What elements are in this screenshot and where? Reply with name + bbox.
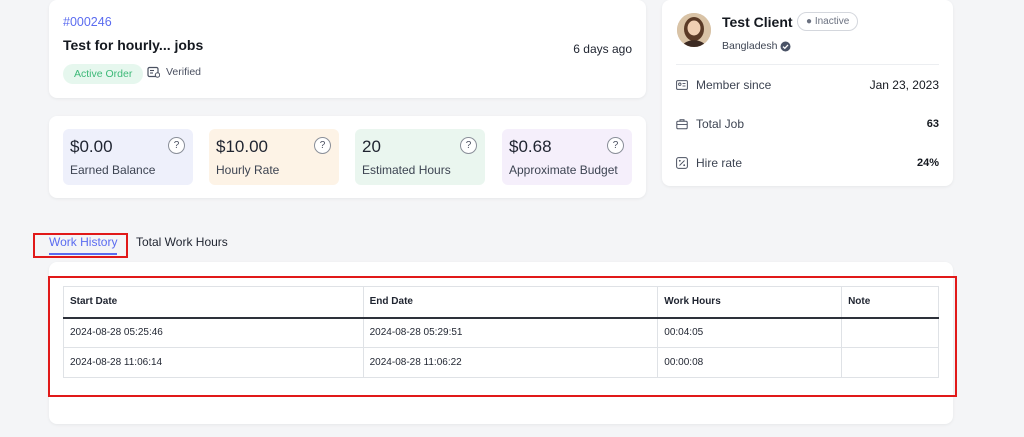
avatar[interactable]	[677, 13, 711, 47]
client-country: Bangladesh	[722, 40, 791, 52]
client-total-job-row: Total Job 63	[676, 114, 939, 134]
verified-indicator: Verified	[147, 66, 201, 78]
column-header-end-date[interactable]: End Date	[362, 286, 659, 319]
briefcase-icon	[676, 119, 688, 130]
client-row-value: 24%	[916, 157, 939, 169]
work-history-table: Start Date End Date Work Hours Note 2024…	[63, 286, 939, 378]
stat-value: 20	[362, 137, 381, 156]
help-icon[interactable]: ?	[460, 137, 477, 154]
stats-card: $0.00 Earned Balance ? $10.00 Hourly Rat…	[49, 116, 646, 198]
client-status-text: Inactive	[814, 16, 850, 27]
column-header-note[interactable]: Note	[841, 286, 939, 319]
verified-check-icon	[780, 41, 791, 51]
divider	[676, 64, 939, 65]
client-row-label: Hire rate	[696, 156, 743, 170]
cell-start-date: 2024-08-28 05:25:46	[63, 317, 364, 348]
order-status-badge: Active Order	[63, 64, 144, 84]
work-history-card: Start Date End Date Work Hours Note 2024…	[49, 262, 953, 424]
stat-label: Hourly Rate	[216, 163, 280, 177]
cell-work-hours: 00:04:05	[657, 317, 843, 348]
stat-value: $0.00	[70, 137, 113, 156]
table-row[interactable]: 2024-08-28 11:06:14 2024-08-28 11:06:22 …	[63, 347, 939, 378]
tab-work-history[interactable]: Work History	[49, 235, 118, 255]
client-member-since-row: Member since Jan 23, 2023	[676, 75, 939, 95]
stat-label: Approximate Budget	[509, 163, 618, 177]
table-header-row: Start Date End Date Work Hours Note	[63, 286, 939, 319]
column-header-start-date[interactable]: Start Date	[63, 286, 364, 319]
avatar-image	[677, 13, 711, 47]
verified-card-icon	[147, 66, 160, 78]
client-row-value: Jan 23, 2023	[869, 78, 939, 92]
client-row-label: Total Job	[696, 117, 745, 131]
cell-work-hours: 00:00:08	[657, 347, 843, 378]
cell-end-date: 2024-08-28 11:06:22	[362, 347, 659, 378]
help-icon[interactable]: ?	[607, 137, 624, 154]
stat-approximate-budget: $0.68 Approximate Budget ?	[502, 129, 632, 185]
order-id: #000246	[63, 15, 112, 29]
cell-start-date: 2024-08-28 11:06:14	[63, 347, 364, 378]
stat-label: Estimated Hours	[362, 163, 451, 177]
stat-value: $0.68	[509, 137, 552, 156]
stat-earned-balance: $0.00 Earned Balance ?	[63, 129, 193, 185]
order-card: #000246 Test for hourly... jobs 6 days a…	[49, 0, 646, 98]
percent-icon	[676, 157, 688, 169]
stat-estimated-hours: 20 Estimated Hours ?	[355, 129, 485, 185]
client-row-value: 63	[926, 118, 939, 130]
column-header-work-hours[interactable]: Work Hours	[657, 286, 843, 319]
help-icon[interactable]: ?	[314, 137, 331, 154]
client-row-label: Member since	[696, 78, 772, 92]
cell-end-date: 2024-08-28 05:29:51	[362, 317, 659, 348]
cell-note	[841, 317, 939, 348]
client-status-badge: ● Inactive	[797, 12, 859, 31]
tab-total-work-hours[interactable]: Total Work Hours	[136, 235, 228, 253]
stat-value: $10.00	[216, 137, 268, 156]
table-row[interactable]: 2024-08-28 05:25:46 2024-08-28 05:29:51 …	[63, 317, 939, 348]
id-card-icon	[676, 80, 688, 90]
order-title[interactable]: Test for hourly... jobs	[63, 37, 203, 53]
cell-note	[841, 347, 939, 378]
order-time-ago: 6 days ago	[573, 42, 632, 56]
client-name[interactable]: Test Client	[722, 14, 793, 30]
verified-label: Verified	[166, 66, 202, 78]
client-hire-rate-row: Hire rate 24%	[676, 153, 939, 173]
help-icon[interactable]: ?	[168, 137, 185, 154]
stat-label: Earned Balance	[70, 163, 156, 177]
client-card: Test Client ● Inactive Bangladesh Member…	[662, 0, 953, 186]
stat-hourly-rate: $10.00 Hourly Rate ?	[209, 129, 339, 185]
client-country-text: Bangladesh	[722, 40, 778, 52]
